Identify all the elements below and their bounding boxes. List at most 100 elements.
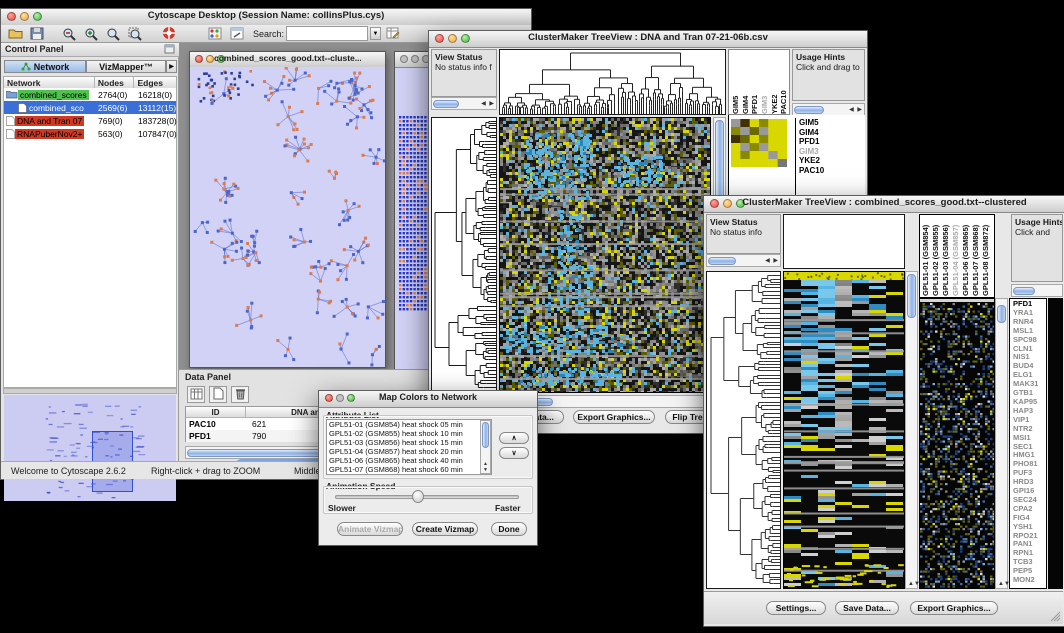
- minimize-icon[interactable]: [206, 55, 214, 63]
- scrollbar-thumb[interactable]: [708, 257, 736, 265]
- expression-heatmap-canvas[interactable]: [500, 118, 710, 392]
- tv2-gene-list[interactable]: PFD1YRA1RNR4MSL1SPC98CLN1NIS1BUD4ELG1MAK…: [1009, 298, 1047, 589]
- scroll-arrows-icon[interactable]: ◀ ▶: [481, 100, 495, 107]
- attribute-list-item[interactable]: GPL51-02 (GSM855) heat shock 10 min: [327, 429, 491, 438]
- rotated-array-label[interactable]: GPL51-07 (GSM868): [971, 216, 981, 296]
- done-button[interactable]: Done: [491, 522, 527, 536]
- secondary-heatmap-canvas[interactable]: [920, 299, 994, 588]
- resize-grip-icon[interactable]: [1049, 610, 1061, 622]
- tv2-usage-scrollbar[interactable]: [1011, 284, 1063, 297]
- settings-button[interactable]: Settings...: [766, 601, 826, 615]
- gene-label[interactable]: PAC10: [799, 166, 824, 176]
- tv2-vscrollbar[interactable]: ▲▼: [905, 271, 918, 589]
- create-vizmap-button[interactable]: Create Vizmap: [412, 522, 478, 536]
- close-icon[interactable]: [710, 199, 719, 208]
- attribute-list-scrollbar[interactable]: ▲▼: [480, 420, 491, 474]
- rotated-array-label[interactable]: GPL51-06 (GSM865): [961, 216, 971, 296]
- column-header-edges[interactable]: Edges: [134, 77, 176, 88]
- zoom-in-icon[interactable]: [81, 25, 101, 42]
- window-icon[interactable]: [227, 25, 247, 42]
- dialog-titlebar[interactable]: Map Colors to Network: [319, 391, 537, 408]
- scrollbar-thumb[interactable]: [1013, 287, 1035, 295]
- attribute-table-icon[interactable]: [383, 25, 403, 42]
- save-icon[interactable]: [27, 25, 47, 42]
- treeview1-titlebar[interactable]: ClusterMaker TreeView : DNA and Tran 07-…: [429, 31, 867, 48]
- rotated-array-label[interactable]: GPL51-01 (GSM854): [921, 216, 931, 296]
- vizmapper-grid-icon[interactable]: [205, 25, 225, 42]
- column-header-network[interactable]: Network: [4, 77, 95, 88]
- network-view-window[interactable]: combined_scores_good.txt--cluste...: [189, 51, 386, 368]
- gene-dendrogram-canvas[interactable]: [432, 118, 496, 392]
- gene-label[interactable]: GIM3: [799, 147, 824, 157]
- tab-network[interactable]: Network: [4, 60, 86, 73]
- select-attributes-icon[interactable]: [187, 386, 205, 403]
- scroll-arrows-icon[interactable]: ◀ ▶: [765, 257, 779, 264]
- gene-label[interactable]: GIM5: [799, 118, 824, 128]
- panel-splitter[interactable]: [3, 388, 177, 394]
- tv2-status-scrollbar[interactable]: ◀ ▶: [706, 254, 781, 267]
- network-row-rnapuber[interactable]: RNAPuberNov2+ 563(0) 107847(0): [4, 127, 176, 140]
- network-graph-canvas[interactable]: [190, 67, 385, 367]
- export-graphics-button[interactable]: Export Graphics...: [910, 601, 998, 615]
- column-header-id[interactable]: ID: [186, 407, 246, 417]
- network-grid-canvas[interactable]: [398, 116, 431, 312]
- scroll-arrows-icon[interactable]: ◀ ▶: [849, 106, 863, 113]
- tab-overflow-button[interactable]: ▶: [166, 60, 177, 73]
- tv2-list-vscrollbar[interactable]: ▲▼: [995, 298, 1008, 589]
- column-header-nodes[interactable]: Nodes: [95, 77, 135, 88]
- main-titlebar[interactable]: Cytoscape Desktop (Session Name: collins…: [1, 9, 531, 26]
- network-overview-panel[interactable]: [4, 395, 176, 501]
- delete-attribute-icon[interactable]: [231, 386, 249, 403]
- attribute-list-item[interactable]: GPL51-03 (GSM856) heat shock 15 min: [327, 438, 491, 447]
- attribute-list-item[interactable]: GPL51-01 (GSM854) heat shock 05 min: [327, 420, 491, 429]
- scrollbar-thumb[interactable]: [482, 422, 489, 448]
- attribute-list[interactable]: GPL51-01 (GSM854) heat shock 05 minGPL51…: [326, 419, 492, 475]
- float-panel-icon[interactable]: [164, 44, 175, 56]
- close-icon[interactable]: [325, 394, 333, 402]
- attribute-list-item[interactable]: GPL51-07 (GSM868) heat shock 60 min: [327, 465, 491, 474]
- open-folder-icon[interactable]: [5, 25, 25, 42]
- column-dendrogram-canvas[interactable]: [500, 50, 725, 114]
- gene-label[interactable]: YKE2: [799, 156, 824, 166]
- help-lifering-icon[interactable]: [159, 25, 179, 42]
- rotated-array-label[interactable]: GPL51-03 (GSM856): [941, 216, 951, 296]
- scrollbar-thumb[interactable]: [907, 274, 916, 318]
- network-row-combined-scores[interactable]: combined_scores 2764(0) 16218(0): [4, 88, 176, 101]
- rotated-array-label[interactable]: GPL51-02 (GSM855): [931, 216, 941, 296]
- zoom-fit-icon[interactable]: [103, 25, 123, 42]
- close-icon[interactable]: [400, 55, 408, 63]
- zoom-selected-icon[interactable]: [125, 25, 145, 42]
- search-input[interactable]: [286, 26, 368, 41]
- close-icon[interactable]: [195, 55, 203, 63]
- network-row-dna-tran[interactable]: DNA and Tran 07 769(0) 183728(0): [4, 114, 176, 127]
- treeview2-titlebar[interactable]: ClusterMaker TreeView : combined_scores_…: [704, 196, 1064, 213]
- tv1-export-graphics-button[interactable]: Export Graphics...: [573, 410, 655, 424]
- tab-vizmapper[interactable]: VizMapper™: [86, 60, 166, 73]
- zoom-out-icon[interactable]: [59, 25, 79, 42]
- scroll-arrows-icon[interactable]: ▲▼: [483, 461, 488, 473]
- gene-dendrogram-canvas[interactable]: [707, 272, 780, 588]
- speed-slider-track[interactable]: [335, 495, 519, 499]
- close-icon[interactable]: [435, 34, 444, 43]
- speed-slider-thumb[interactable]: [412, 490, 424, 503]
- network-view-titlebar[interactable]: combined_scores_good.txt--cluste...: [190, 52, 385, 68]
- gene-label[interactable]: GIM4: [799, 128, 824, 138]
- tv1-status-scrollbar[interactable]: ◀ ▶: [431, 97, 497, 110]
- save-data-button[interactable]: Save Data...: [835, 601, 899, 615]
- scrollbar-thumb[interactable]: [997, 305, 1006, 323]
- search-dropdown-icon[interactable]: ▼: [370, 27, 381, 40]
- gene-label[interactable]: PFD1: [799, 137, 824, 147]
- rotated-array-label[interactable]: GPL51-04 (GSM857): [951, 216, 961, 296]
- animate-vizmap-button[interactable]: Animate Vizmap: [337, 522, 403, 536]
- attribute-list-item[interactable]: GPL51-06 (GSM865) heat shock 40 min: [327, 456, 491, 465]
- network-row-selected[interactable]: combined_sco 2569(6) 13112(15): [4, 101, 176, 114]
- rotated-array-label[interactable]: GPL51-08 (GSM872): [981, 216, 991, 296]
- move-down-button[interactable]: ∨: [499, 447, 529, 459]
- summary-heatmap-canvas[interactable]: [731, 119, 787, 167]
- expression-heatmap-canvas[interactable]: [784, 272, 904, 588]
- close-icon[interactable]: [7, 12, 16, 21]
- scrollbar-thumb[interactable]: [433, 100, 459, 108]
- new-attribute-icon[interactable]: [209, 386, 227, 403]
- move-up-button[interactable]: ∧: [499, 432, 529, 444]
- attribute-list-item[interactable]: GPL51-04 (GSM857) heat shock 20 min: [327, 447, 491, 456]
